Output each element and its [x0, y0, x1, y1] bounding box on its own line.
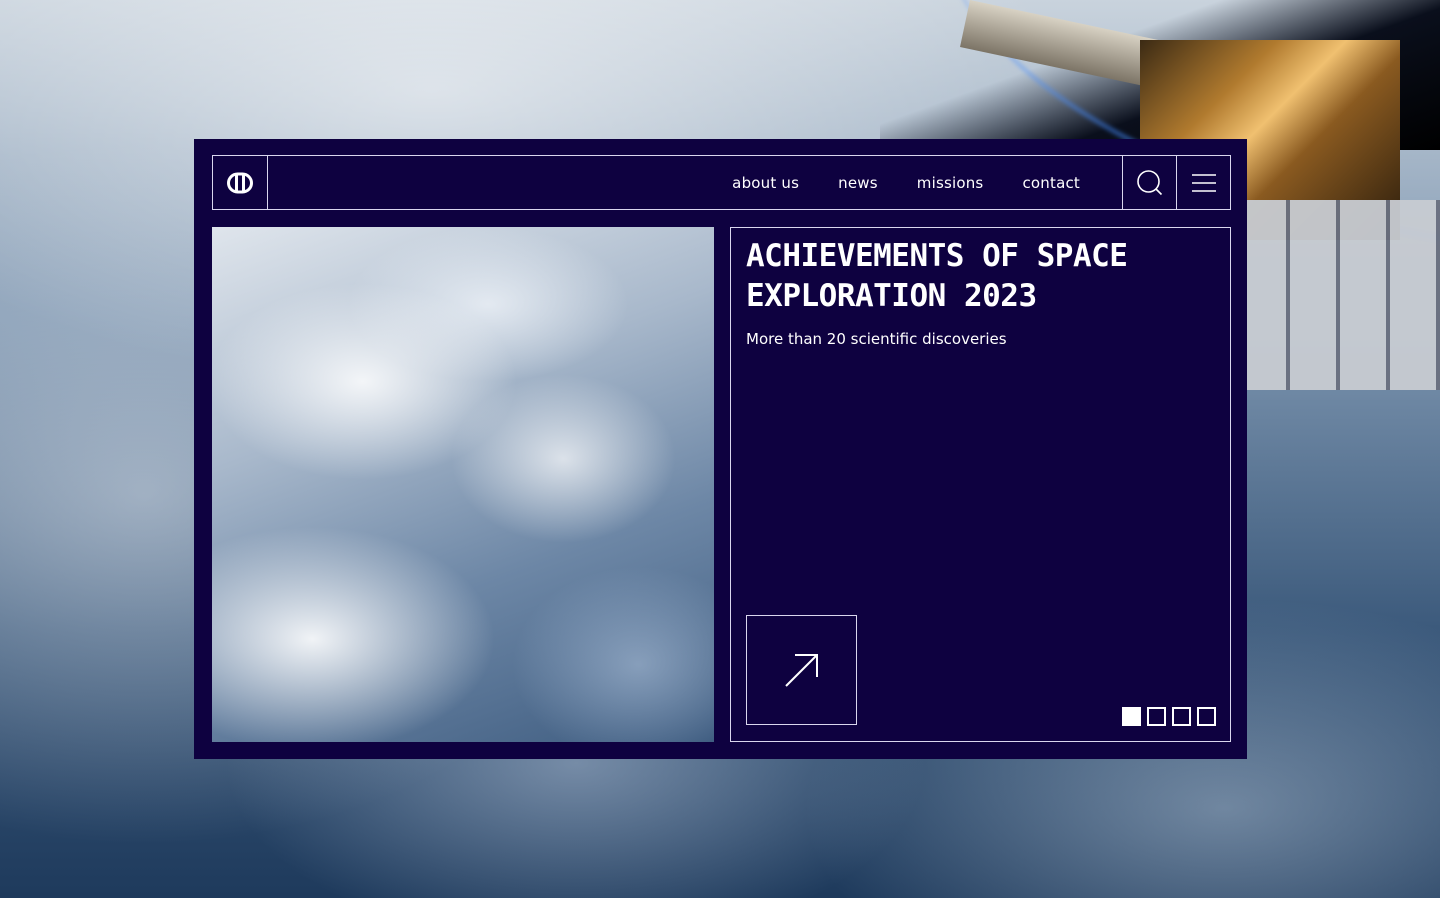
main-panel: about us news missions contact ACHIEVEME… — [194, 139, 1247, 759]
search-button[interactable] — [1122, 156, 1176, 209]
logo-icon — [227, 172, 253, 193]
navbar: about us news missions contact — [212, 155, 1231, 210]
pager-dot-2[interactable] — [1147, 707, 1166, 726]
menu-button[interactable] — [1176, 156, 1230, 209]
feature-title: ACHIEVEMENTS OF SPACE EXPLORATION 2023 — [746, 238, 1128, 314]
open-feature-button[interactable] — [746, 615, 857, 725]
arrow-up-right-icon — [784, 654, 818, 687]
menu-icon — [1191, 173, 1216, 192]
earth-background: about us news missions contact ACHIEVEME… — [0, 0, 1440, 898]
slide-pager — [1116, 707, 1216, 726]
nav-link-about-us[interactable]: about us — [732, 174, 799, 192]
feature-subtitle: More than 20 scientific discoveries — [746, 330, 1007, 348]
nav-link-missions[interactable]: missions — [917, 174, 984, 192]
search-icon — [1136, 169, 1162, 195]
nav-link-contact[interactable]: contact — [1022, 174, 1080, 192]
feature-card: ACHIEVEMENTS OF SPACE EXPLORATION 2023 M… — [730, 227, 1231, 742]
pager-dot-3[interactable] — [1172, 707, 1191, 726]
logo[interactable] — [213, 156, 268, 209]
earth-photo — [212, 227, 714, 742]
pager-dot-4[interactable] — [1197, 707, 1216, 726]
nav-links: about us news missions contact — [268, 156, 1122, 209]
nav-link-news[interactable]: news — [838, 174, 878, 192]
pager-dot-1[interactable] — [1122, 707, 1141, 726]
